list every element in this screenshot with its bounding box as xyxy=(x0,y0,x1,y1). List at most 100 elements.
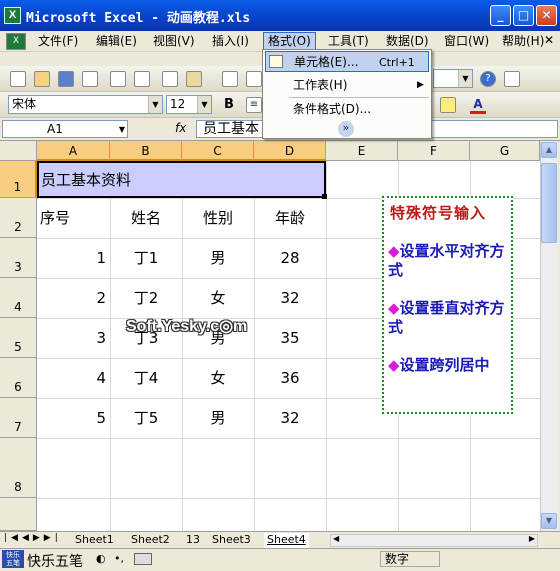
horizontal-scrollbar[interactable]: ◀ ▶ xyxy=(330,534,538,547)
new-icon[interactable] xyxy=(10,71,26,87)
table-cell-id[interactable]: 3 xyxy=(37,328,106,348)
zoom-select[interactable]: ▼ xyxy=(433,69,473,88)
title-cell[interactable]: 员工基本资料 xyxy=(37,161,326,198)
font-color-icon[interactable]: A xyxy=(470,96,486,114)
table-cell-age[interactable]: 32 xyxy=(254,408,326,428)
sheet-tab-3[interactable]: Sheet3 xyxy=(212,533,251,548)
menu-help[interactable]: 帮助(H) xyxy=(498,33,548,50)
menu-window[interactable]: 窗口(W) xyxy=(440,33,493,50)
menu-item-conditional-format[interactable]: 条件格式(D)... xyxy=(265,99,429,120)
table-cell-name[interactable]: 丁1 xyxy=(110,248,182,268)
undo-icon[interactable] xyxy=(246,71,262,87)
help-icon[interactable]: ? xyxy=(480,71,496,87)
print-preview-icon[interactable] xyxy=(134,71,150,87)
row-header-9[interactable] xyxy=(0,498,37,531)
permission-icon[interactable] xyxy=(82,71,98,87)
table-cell-age[interactable]: 28 xyxy=(254,248,326,268)
menu-file[interactable]: 文件(F) xyxy=(34,33,82,50)
excel-app-icon[interactable]: X xyxy=(4,7,21,24)
row-header-3[interactable]: 3 xyxy=(0,238,37,278)
maximize-button[interactable]: □ xyxy=(513,5,534,26)
table-cell-name[interactable]: 丁2 xyxy=(110,288,182,308)
name-box[interactable]: A1 ▼ xyxy=(2,120,128,138)
table-cell-name[interactable]: 丁5 xyxy=(110,408,182,428)
close-button[interactable]: ✕ xyxy=(536,5,557,26)
align-left-icon[interactable]: ≡ xyxy=(246,97,262,113)
table-cell-age[interactable]: 35 xyxy=(254,328,326,348)
header-cell-id[interactable]: 序号 xyxy=(40,208,70,228)
column-header-a[interactable]: A xyxy=(37,141,110,161)
menu-edit[interactable]: 编辑(E) xyxy=(92,33,141,50)
sheet-tab-4[interactable]: Sheet4 xyxy=(264,533,309,548)
header-cell-age[interactable]: 年龄 xyxy=(254,208,326,228)
paste-icon[interactable] xyxy=(186,71,202,87)
column-header-c[interactable]: C xyxy=(182,141,254,161)
menu-view[interactable]: 视图(V) xyxy=(149,33,199,50)
header-cell-name[interactable]: 姓名 xyxy=(110,208,182,228)
column-header-e[interactable]: E xyxy=(326,141,398,161)
column-header-d[interactable]: D xyxy=(254,141,326,161)
table-cell-gender[interactable]: 男 xyxy=(182,408,254,428)
num-lock-indicator: 数字 xyxy=(380,551,440,567)
table-cell-gender[interactable]: 女 xyxy=(182,368,254,388)
font-select[interactable]: 宋体 ▼ xyxy=(8,95,163,114)
close-workbook-icon[interactable]: ✕ xyxy=(544,33,554,47)
bold-button[interactable]: B xyxy=(220,96,238,114)
scroll-down-icon[interactable]: ▼ xyxy=(541,513,557,529)
format-painter-icon[interactable] xyxy=(222,71,238,87)
ime-logo[interactable]: 快乐 五笔 xyxy=(2,550,24,568)
header-cell-gender[interactable]: 性别 xyxy=(182,208,254,228)
minimize-button[interactable]: _ xyxy=(490,5,511,26)
keyboard-icon[interactable] xyxy=(134,553,152,565)
font-size-select[interactable]: 12 ▼ xyxy=(166,95,212,114)
table-cell-id[interactable]: 2 xyxy=(37,288,106,308)
column-header-b[interactable]: B xyxy=(110,141,182,161)
open-icon[interactable] xyxy=(34,71,50,87)
sheet-tab-13[interactable]: 13 xyxy=(186,533,200,548)
menu-item-cells[interactable]: 单元格(E)... Ctrl+1 xyxy=(265,51,429,72)
column-header-f[interactable]: F xyxy=(398,141,470,161)
save-icon[interactable] xyxy=(58,71,74,87)
table-cell-age[interactable]: 36 xyxy=(254,368,326,388)
table-cell-gender[interactable]: 女 xyxy=(182,288,254,308)
row-header-1[interactable]: 1 xyxy=(0,161,37,198)
row-header-4[interactable]: 4 xyxy=(0,278,37,318)
fx-icon[interactable]: fx xyxy=(175,121,186,135)
ime-name[interactable]: 快乐五笔 xyxy=(27,551,83,571)
sheet-tab-2[interactable]: Sheet2 xyxy=(131,533,170,548)
table-cell-age[interactable]: 32 xyxy=(254,288,326,308)
row-header-5[interactable]: 5 xyxy=(0,318,37,358)
menu-item-sheet[interactable]: 工作表(H) ▶ xyxy=(265,75,429,96)
table-cell-gender[interactable]: 男 xyxy=(182,248,254,268)
moon-icon[interactable]: ◐ xyxy=(96,552,106,565)
menu-insert[interactable]: 插入(I) xyxy=(208,33,253,50)
table-cell-id[interactable]: 5 xyxy=(37,408,106,428)
select-all-button[interactable] xyxy=(0,141,37,161)
row-header-6[interactable]: 6 xyxy=(0,358,37,398)
scroll-up-icon[interactable]: ▲ xyxy=(541,142,557,158)
chevron-down-icon[interactable]: ▼ xyxy=(119,121,125,138)
tab-scroll-icons[interactable]: |◀◀▶▶| xyxy=(4,533,62,543)
table-cell-id[interactable]: 1 xyxy=(37,248,106,268)
copy-icon[interactable] xyxy=(162,71,178,87)
row-header-8[interactable]: 8 xyxy=(0,438,37,498)
print-icon[interactable] xyxy=(110,71,126,87)
scroll-right-icon[interactable]: ▶ xyxy=(529,534,535,543)
vertical-scrollbar[interactable]: ▲ ▼ xyxy=(540,141,558,531)
menu-tools[interactable]: 工具(T) xyxy=(324,33,373,50)
fill-handle[interactable] xyxy=(322,194,327,199)
row-header-7[interactable]: 7 xyxy=(0,398,37,438)
menu-data[interactable]: 数据(D) xyxy=(382,33,433,50)
scroll-left-icon[interactable]: ◀ xyxy=(333,534,339,543)
column-header-g[interactable]: G xyxy=(470,141,540,161)
sheet-tab-1[interactable]: Sheet1 xyxy=(75,533,114,548)
expand-menu-icon[interactable]: » xyxy=(338,121,354,137)
punctuation-icon[interactable]: •, xyxy=(114,552,124,565)
table-cell-id[interactable]: 4 xyxy=(37,368,106,388)
fill-color-icon[interactable] xyxy=(440,97,456,113)
table-cell-name[interactable]: 丁4 xyxy=(110,368,182,388)
scroll-thumb[interactable] xyxy=(541,163,557,243)
read-icon[interactable] xyxy=(504,71,520,87)
row-header-2[interactable]: 2 xyxy=(0,198,37,238)
workbook-icon[interactable]: X xyxy=(6,33,26,50)
